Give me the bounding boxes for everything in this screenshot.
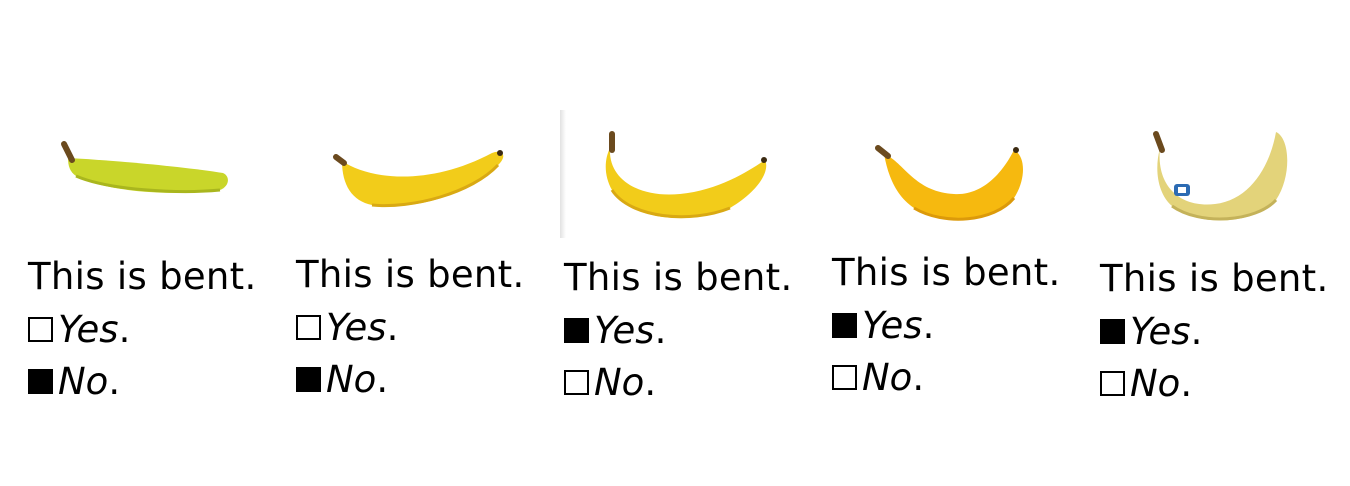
- checkbox-empty[interactable]: [832, 365, 857, 390]
- option-no[interactable]: No.: [832, 359, 924, 396]
- option-period: .: [922, 304, 935, 347]
- option-label: No: [862, 356, 913, 399]
- checkbox-filled[interactable]: [832, 313, 857, 338]
- checkbox-filled[interactable]: [296, 367, 321, 392]
- option-yes[interactable]: Yes.: [832, 307, 934, 344]
- checkbox-filled[interactable]: [28, 369, 53, 394]
- option-label: Yes: [862, 304, 923, 347]
- option-period: .: [108, 360, 121, 403]
- checkbox-empty[interactable]: [296, 315, 321, 340]
- checkbox-empty[interactable]: [28, 317, 53, 342]
- option-period: .: [118, 308, 131, 351]
- option-label: No: [1130, 362, 1181, 405]
- checkbox-filled[interactable]: [1100, 319, 1125, 344]
- option-period: .: [376, 358, 389, 401]
- option-period: .: [1190, 310, 1203, 353]
- banana-image-2: [332, 145, 507, 213]
- option-no[interactable]: No.: [296, 361, 388, 398]
- banana-image-3: [600, 130, 770, 225]
- checkbox-empty[interactable]: [1100, 371, 1125, 396]
- option-label: No: [58, 360, 109, 403]
- caption: This is bent.: [564, 256, 793, 299]
- option-label: Yes: [58, 308, 119, 351]
- option-period: .: [912, 356, 925, 399]
- banana-panel-1: This is bent. Yes. No.: [28, 0, 288, 486]
- option-label: Yes: [594, 309, 655, 352]
- banana-panel-5: This is bent. Yes. No.: [1100, 0, 1350, 486]
- option-period: .: [654, 309, 667, 352]
- banana-panel-4: This is bent. Yes. No.: [832, 0, 1092, 486]
- checkbox-empty[interactable]: [564, 370, 589, 395]
- banana-image-1: [58, 138, 233, 203]
- option-yes[interactable]: Yes.: [28, 311, 130, 348]
- caption: This is bent.: [28, 255, 257, 298]
- caption: This is bent.: [296, 253, 525, 296]
- caption: This is bent.: [1100, 257, 1329, 300]
- option-no[interactable]: No.: [1100, 365, 1192, 402]
- checkbox-filled[interactable]: [564, 318, 589, 343]
- caption: This is bent.: [832, 251, 1061, 294]
- option-period: .: [644, 361, 657, 404]
- option-yes[interactable]: Yes.: [296, 309, 398, 346]
- option-label: No: [594, 361, 645, 404]
- option-label: Yes: [1130, 310, 1191, 353]
- option-no[interactable]: No.: [564, 364, 656, 401]
- banana-image-4: [874, 140, 1029, 225]
- option-period: .: [1180, 362, 1193, 405]
- option-label: Yes: [326, 306, 387, 349]
- option-label: No: [326, 358, 377, 401]
- banana-image-5: [1150, 126, 1295, 226]
- banana-panel-2: This is bent. Yes. No.: [296, 0, 556, 486]
- option-no[interactable]: No.: [28, 363, 120, 400]
- option-yes[interactable]: Yes.: [1100, 313, 1202, 350]
- option-yes[interactable]: Yes.: [564, 312, 666, 349]
- banana-panel-3: This is bent. Yes. No.: [564, 0, 824, 486]
- option-period: .: [386, 306, 399, 349]
